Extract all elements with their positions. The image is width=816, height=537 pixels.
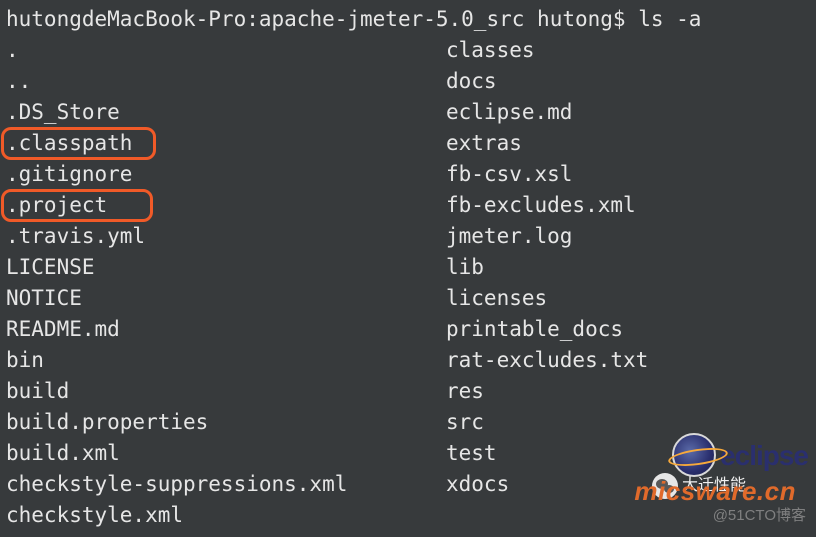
file-entry: fb-excludes.xml xyxy=(446,190,636,221)
file-entry: checkstyle-suppressions.xml xyxy=(6,469,347,500)
prompt-host: hutongdeMacBook-Pro xyxy=(6,7,246,31)
prompt-user: hutong xyxy=(537,7,613,31)
file-entry-project: .project xyxy=(6,190,107,221)
cto-watermark: @51CTO博客 xyxy=(713,500,806,531)
prompt-command: ls -a xyxy=(638,7,701,31)
file-entry: src xyxy=(446,407,484,438)
file-entry: checkstyle.xml xyxy=(6,500,183,531)
file-entry: rat-excludes.txt xyxy=(446,345,648,376)
file-entry: bin xyxy=(6,345,44,376)
file-entry: build.xml xyxy=(6,438,120,469)
file-entry: xdocs xyxy=(446,469,509,500)
file-entry: jmeter.log xyxy=(446,221,572,252)
file-entry: docs xyxy=(446,66,497,97)
file-entry: fb-csv.xsl xyxy=(446,159,572,190)
file-entry: .gitignore xyxy=(6,159,132,190)
file-entry: printable_docs xyxy=(446,314,623,345)
file-entry: res xyxy=(446,376,484,407)
ls-column-1: . .. .DS_Store .classpath .gitignore .pr… xyxy=(6,35,446,531)
file-entry: .DS_Store xyxy=(6,97,120,128)
file-entry: .travis.yml xyxy=(6,221,145,252)
file-entry: lib xyxy=(446,252,484,283)
file-entry-classpath: .classpath xyxy=(6,128,132,159)
file-entry: classes xyxy=(446,35,535,66)
file-entry: licenses xyxy=(446,283,547,314)
file-entry: build.properties xyxy=(6,407,208,438)
file-entry: NOTICE xyxy=(6,283,82,314)
file-entry: README.md xyxy=(6,314,120,345)
file-entry: extras xyxy=(446,128,522,159)
prompt-dir: apache-jmeter-5.0_src xyxy=(259,7,525,31)
shell-prompt: hutongdeMacBook-Pro:apache-jmeter-5.0_sr… xyxy=(6,4,810,35)
file-entry: .. xyxy=(6,66,31,97)
file-entry: . xyxy=(6,35,19,66)
file-entry: LICENSE xyxy=(6,252,95,283)
eclipse-text: eclipse xyxy=(720,440,808,471)
file-entry: test xyxy=(446,438,497,469)
file-entry: build xyxy=(6,376,69,407)
file-entry: eclipse.md xyxy=(446,97,572,128)
